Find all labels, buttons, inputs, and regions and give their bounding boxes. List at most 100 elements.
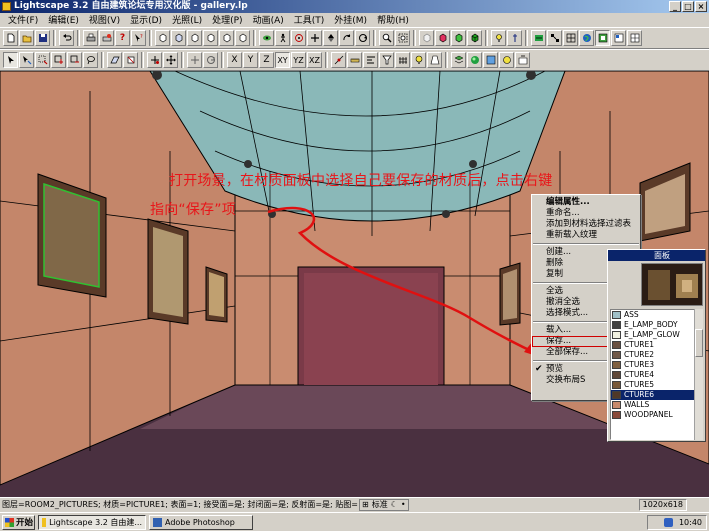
mesh-icon[interactable] — [563, 30, 578, 46]
pan-cross-icon[interactable] — [307, 30, 322, 46]
menu-add-to-filter[interactable]: 添加到材料选择过滤表 — [532, 219, 640, 230]
views-panel-icon[interactable] — [515, 52, 530, 68]
pointer-icon[interactable] — [3, 52, 18, 68]
filter-icon[interactable] — [379, 52, 394, 68]
select-object-icon[interactable] — [123, 52, 138, 68]
menu-rename[interactable]: 重命名... — [532, 208, 640, 219]
print-icon[interactable] — [83, 30, 98, 46]
undo-icon[interactable] — [59, 30, 74, 46]
menu-view[interactable]: 视图(V) — [84, 13, 125, 26]
cube-d-icon[interactable] — [219, 30, 234, 46]
material-list-item[interactable]: CTURE5 — [611, 380, 695, 390]
snap-icon[interactable] — [331, 52, 346, 68]
rotate-view-icon[interactable] — [203, 52, 218, 68]
material-list-item[interactable]: CTURE2 — [611, 350, 695, 360]
print-setup-icon[interactable] — [99, 30, 114, 46]
select-surface-icon[interactable] — [107, 52, 122, 68]
render-b-icon[interactable] — [435, 30, 450, 46]
material-list-item[interactable]: WALLS — [611, 400, 695, 410]
tilt-icon[interactable] — [339, 30, 354, 46]
ime-mode[interactable]: 标准 — [371, 499, 389, 510]
move-view-icon[interactable] — [187, 52, 202, 68]
fence-icon[interactable] — [395, 52, 410, 68]
y-axis-button[interactable]: Y — [243, 52, 258, 68]
process-icon[interactable] — [547, 30, 562, 46]
moon-icon[interactable]: ☾ — [390, 500, 399, 509]
maximize-button[interactable]: □ — [682, 1, 694, 12]
cube-e-icon[interactable] — [235, 30, 250, 46]
move-icon[interactable] — [163, 52, 178, 68]
material-list-item[interactable]: CTURE4 — [611, 370, 695, 380]
layout-icon[interactable] — [627, 30, 642, 46]
select-box-icon[interactable] — [35, 52, 50, 68]
task-photoshop[interactable]: Adobe Photoshop — [149, 514, 253, 530]
x-axis-button[interactable]: X — [227, 52, 242, 68]
yz-plane-button[interactable]: YZ — [291, 52, 306, 68]
dolly-icon[interactable] — [323, 30, 338, 46]
radiosity-icon[interactable] — [531, 30, 546, 46]
material-list-item[interactable]: WOODPANEL — [611, 410, 695, 420]
cube-a-icon[interactable] — [171, 30, 186, 46]
xz-plane-button[interactable]: XZ — [307, 52, 322, 68]
open-folder-icon[interactable] — [19, 30, 34, 46]
zoom-window-icon[interactable] — [395, 30, 410, 46]
material-list[interactable]: ASS E_LAMP_BODY E_LAMP_GLOW CTURE1 CTURE2 CTU… — [610, 309, 696, 440]
select-cube-icon[interactable] — [155, 30, 170, 46]
menu-tools[interactable]: 工具(T) — [289, 13, 330, 26]
render-d-icon[interactable] — [467, 30, 482, 46]
luminaires-panel-icon[interactable] — [499, 52, 514, 68]
xy-plane-button[interactable]: XY — [275, 52, 290, 68]
task-lightscape[interactable]: Lightscape 3.2 自由建... — [38, 514, 146, 530]
menu-edit[interactable]: 编辑(E) — [43, 13, 84, 26]
select-add-icon[interactable] — [51, 52, 66, 68]
start-button[interactable]: 开始 — [2, 514, 35, 530]
menu-animation[interactable]: 动画(A) — [248, 13, 289, 26]
material-list-scrollbar[interactable] — [694, 309, 703, 440]
cube-b-icon[interactable] — [187, 30, 202, 46]
layers-panel-icon[interactable] — [451, 52, 466, 68]
add-vertex-icon[interactable] — [147, 52, 162, 68]
material-list-item[interactable]: ASS — [611, 310, 695, 320]
select-remove-icon[interactable] — [67, 52, 82, 68]
menu-light[interactable]: 光照(L) — [167, 13, 207, 26]
display-mode-icon[interactable] — [611, 30, 626, 46]
tray-network-icon[interactable] — [663, 518, 673, 527]
new-file-icon[interactable] — [3, 30, 18, 46]
context-help-icon[interactable]: ? — [131, 30, 146, 46]
menu-process[interactable]: 处理(P) — [207, 13, 247, 26]
eye-icon[interactable] — [259, 30, 274, 46]
zoom-icon[interactable] — [379, 30, 394, 46]
material-list-item[interactable]: E_LAMP_GLOW — [611, 330, 695, 340]
cube-c-icon[interactable] — [203, 30, 218, 46]
material-list-item[interactable]: CTURE6 — [611, 390, 695, 400]
select-arrow-icon[interactable] — [19, 52, 34, 68]
menu-help[interactable]: 帮助(H) — [372, 13, 414, 26]
close-button[interactable]: × — [695, 1, 707, 12]
menu-display[interactable]: 显示(D) — [125, 13, 167, 26]
spot-light-icon[interactable] — [427, 52, 442, 68]
material-list-item[interactable]: E_LAMP_BODY — [611, 320, 695, 330]
menu-reload-texture[interactable]: 重新载入纹理 — [532, 230, 640, 241]
image-view-icon[interactable] — [595, 30, 610, 46]
menu-file[interactable]: 文件(F) — [3, 13, 43, 26]
punct-icon[interactable]: • — [400, 500, 407, 509]
menu-plugins[interactable]: 外挂(M) — [329, 13, 372, 26]
light-bulb-icon[interactable] — [411, 52, 426, 68]
save-disk-icon[interactable] — [35, 30, 50, 46]
globe-icon[interactable] — [579, 30, 594, 46]
material-list-item[interactable]: CTURE1 — [611, 340, 695, 350]
measure-icon[interactable] — [347, 52, 362, 68]
help-icon[interactable]: ? — [115, 30, 130, 46]
minimize-button[interactable]: _ — [669, 1, 681, 12]
walk-icon[interactable] — [275, 30, 290, 46]
ime-toolbar[interactable]: ⊞ 标准 ☾ • — [359, 498, 409, 511]
align-icon[interactable] — [363, 52, 378, 68]
blocks-panel-icon[interactable] — [483, 52, 498, 68]
render-c-icon[interactable] — [451, 30, 466, 46]
ime-icon[interactable]: ⊞ — [361, 500, 370, 509]
render-a-icon[interactable] — [419, 30, 434, 46]
select-lasso-icon[interactable] — [83, 52, 98, 68]
lamp-icon[interactable] — [491, 30, 506, 46]
roll-icon[interactable] — [355, 30, 370, 46]
orbit-icon[interactable] — [291, 30, 306, 46]
